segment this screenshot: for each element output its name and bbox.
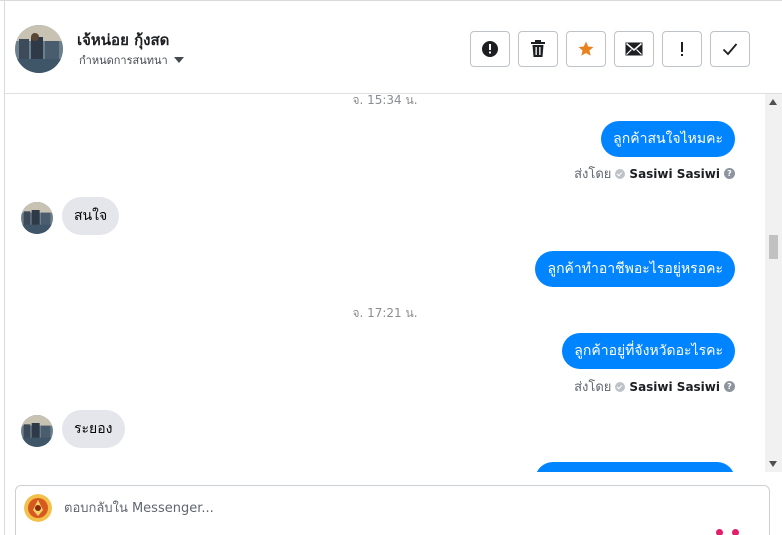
verified-check-icon (615, 381, 626, 392)
sent-by-label: ส่งโดย Sasiwi Sasiwi ? (574, 163, 735, 184)
typing-dot (716, 529, 723, 535)
done-button[interactable] (710, 31, 750, 67)
sender-name: Sasiwi Sasiwi (629, 166, 720, 181)
mark-unread-button[interactable] (614, 31, 654, 67)
conversation-actions (470, 31, 750, 67)
check-icon (722, 43, 738, 56)
incoming-message[interactable]: สนใจ (62, 197, 120, 235)
contact-avatar-small[interactable] (21, 415, 53, 447)
incoming-message[interactable]: ระยอง (62, 410, 125, 448)
help-icon[interactable]: ? (724, 168, 735, 179)
star-icon (578, 41, 594, 56)
reply-input[interactable] (64, 492, 704, 524)
verified-check-icon (615, 168, 626, 179)
message-thread[interactable]: จ. 15:34 น. ลูกค้าสนใจไหมคะ ส่งโดย Sasiw… (5, 94, 765, 472)
thread-scrollbar[interactable] (765, 94, 782, 472)
follow-up-button[interactable] (662, 31, 702, 67)
scroll-down-arrow-icon[interactable] (769, 461, 777, 467)
conversation-header: เจ้หน่อย กุ้งสด กำหนดการสนทนา (5, 1, 782, 94)
contact-name: เจ้หน่อย กุ้งสด (77, 31, 170, 49)
page-avatar (24, 494, 52, 522)
contact-avatar[interactable] (15, 25, 63, 73)
assign-conversation-dropdown[interactable]: กำหนดการสนทนา (79, 51, 184, 69)
outgoing-message-partial[interactable] (535, 462, 735, 472)
contact-avatar-small[interactable] (21, 202, 53, 234)
exclamation-icon (681, 42, 683, 56)
outgoing-message[interactable]: ลูกค้าอยู่ที่จังหวัดอะไรคะ (562, 333, 735, 369)
trash-icon (531, 40, 545, 57)
envelope-icon (625, 42, 643, 56)
sent-by-prefix: ส่งโดย (574, 380, 612, 395)
scrollbar-thumb[interactable] (769, 235, 778, 259)
outgoing-message[interactable]: ลูกค้าสนใจไหมคะ (601, 121, 735, 157)
reply-composer (15, 485, 770, 535)
typing-dot (732, 529, 739, 535)
typing-indicator (716, 529, 739, 535)
timestamp: จ. 15:34 น. (352, 94, 418, 107)
help-icon[interactable]: ? (724, 381, 735, 392)
alert-circle-icon (482, 41, 498, 57)
timestamp: จ. 17:21 น. (352, 306, 418, 320)
delete-button[interactable] (518, 31, 558, 67)
assign-label: กำหนดการสนทนา (79, 54, 168, 67)
scroll-up-arrow-icon[interactable] (769, 99, 777, 105)
outgoing-message[interactable]: ลูกค้าทำอาชีพอะไรอยู่หรอคะ (535, 251, 735, 287)
caret-down-icon (173, 57, 184, 63)
sent-by-prefix: ส่งโดย (574, 167, 612, 182)
report-button[interactable] (470, 31, 510, 67)
sent-by-label: ส่งโดย Sasiwi Sasiwi ? (574, 376, 735, 397)
sender-name: Sasiwi Sasiwi (629, 379, 720, 394)
star-button[interactable] (566, 31, 606, 67)
